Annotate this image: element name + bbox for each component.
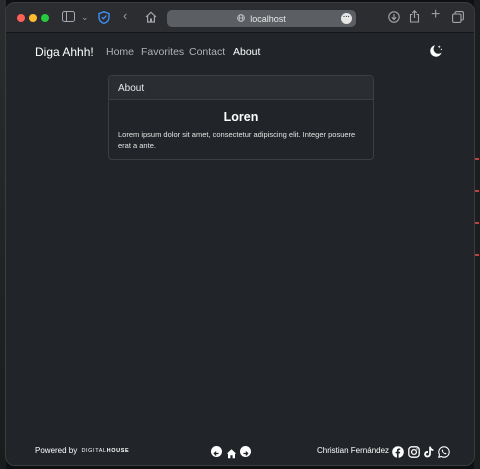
zoom-window-button[interactable] [41, 14, 49, 22]
navbar-brand[interactable]: Diga Ahhh! [35, 45, 94, 59]
instagram-icon[interactable] [408, 445, 420, 458]
page-menu-icon[interactable]: ··· [341, 13, 352, 24]
digitalhouse-logo[interactable]: DIGITALHOUSE [81, 448, 129, 454]
footer: Powered by DIGITALHOUSE Christian Fernán… [6, 441, 474, 465]
nav-link-home[interactable]: Home [106, 46, 134, 58]
share-icon[interactable] [409, 10, 420, 26]
new-tab-icon[interactable]: + [431, 7, 440, 23]
home-icon[interactable] [145, 11, 157, 26]
moon-stars-icon[interactable] [429, 44, 443, 58]
card-title: Loren [223, 110, 259, 124]
browser-window: ⌄ ‹ localhost ··· + Diga Ahhh! Home Favo… [5, 2, 475, 466]
logo-text-regular: DIGITAL [81, 448, 107, 454]
globe-icon [237, 13, 246, 24]
tiktok-icon[interactable] [423, 445, 435, 458]
logo-text-bold: HOUSE [106, 448, 130, 454]
facebook-icon[interactable] [392, 445, 404, 458]
desktop-marker [475, 190, 479, 192]
web-page: Diga Ahhh! Home Favorites Contact About … [6, 34, 474, 465]
nav-link-contact[interactable]: Contact [189, 46, 225, 58]
minimize-window-button[interactable] [29, 14, 37, 22]
desktop-marker [475, 254, 479, 256]
author-name: Christian Fernández [317, 446, 390, 455]
desktop-marker [475, 222, 479, 224]
back-icon[interactable]: ‹ [123, 9, 127, 23]
card-header: About [109, 76, 373, 100]
browser-toolbar: ⌄ ‹ localhost ··· + [6, 3, 474, 33]
card-text: Lorem ipsum dolor sit amet, consectetur … [118, 130, 356, 150]
navbar: Diga Ahhh! Home Favorites Contact About [6, 34, 474, 70]
about-card: About Loren Lorem ipsum dolor sit amet, … [108, 75, 374, 160]
shield-icon[interactable] [98, 11, 110, 27]
downloads-icon[interactable] [388, 11, 400, 26]
powered-by-text: Powered by DIGITALHOUSE [35, 446, 129, 455]
desktop-marker [475, 158, 479, 160]
nav-link-about[interactable]: About [233, 46, 260, 58]
sidebar-toggle-icon[interactable] [62, 11, 75, 25]
tab-overview-icon[interactable] [452, 11, 464, 26]
arrow-left-circle-icon[interactable] [211, 446, 222, 457]
chevron-down-icon[interactable]: ⌄ [81, 10, 89, 24]
powered-by-label: Powered by [35, 446, 78, 455]
arrow-right-circle-icon[interactable] [240, 446, 251, 457]
nav-link-favorites[interactable]: Favorites [141, 46, 184, 58]
whatsapp-icon[interactable] [438, 445, 450, 458]
close-window-button[interactable] [17, 14, 25, 22]
address-bar[interactable]: localhost ··· [167, 10, 356, 27]
home-icon[interactable] [226, 446, 237, 459]
address-bar-url: localhost [250, 13, 286, 24]
